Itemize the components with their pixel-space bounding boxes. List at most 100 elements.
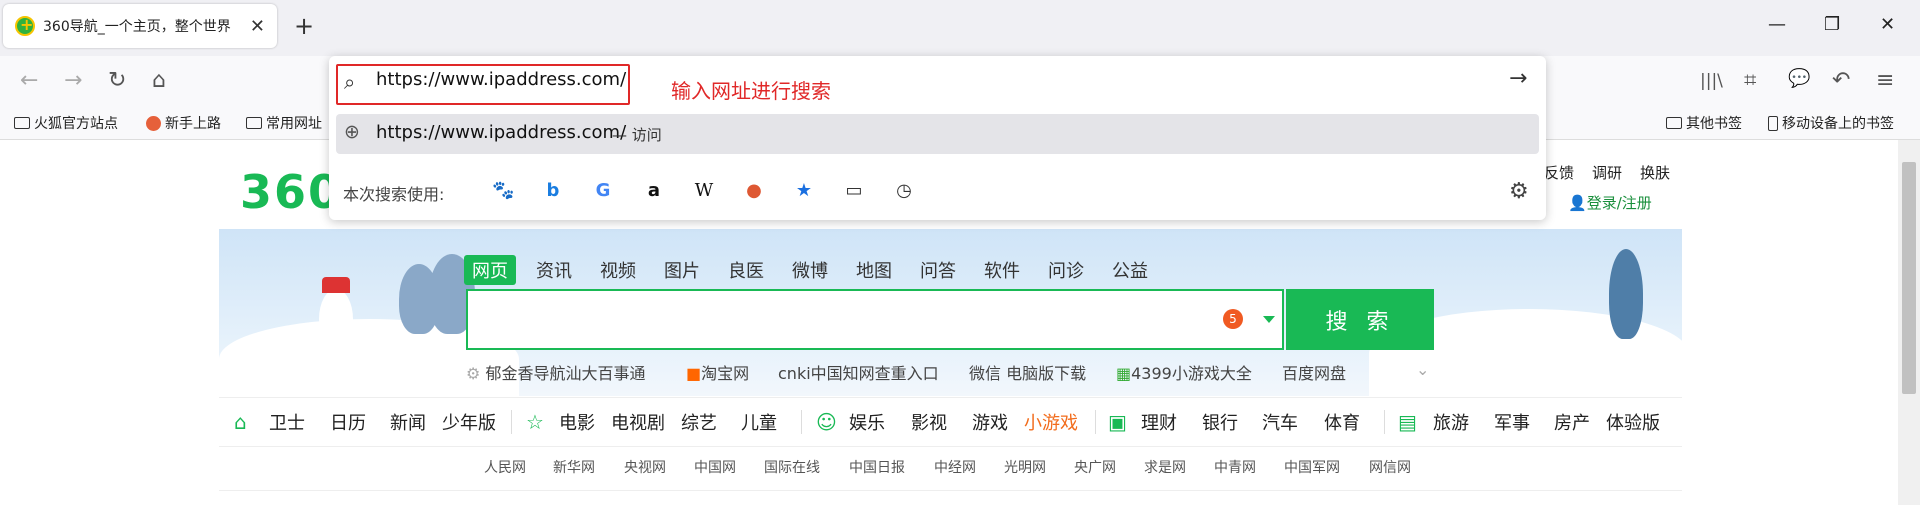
category-link[interactable]: 影视 [911, 409, 947, 435]
top-link[interactable]: 反馈 [1544, 162, 1574, 183]
category-link[interactable]: 新闻 [390, 409, 426, 435]
duckduckgo-icon[interactable]: ● [743, 180, 765, 202]
wikipedia-icon[interactable]: W [693, 180, 715, 202]
game-icon: ▦ [1116, 364, 1132, 383]
category-link[interactable]: 少年版 [442, 409, 496, 435]
user-icon: 👤 [1568, 194, 1587, 212]
category-link[interactable]: 汽车 [1262, 409, 1298, 435]
top-link[interactable]: 换肤 [1640, 162, 1670, 183]
category-link[interactable]: 体育 [1324, 409, 1360, 435]
category-link[interactable]: 卫士 [269, 409, 305, 435]
crop-icon[interactable]: ⌗ [1744, 68, 1756, 93]
category-link[interactable]: 理财 [1141, 409, 1177, 435]
category-link[interactable]: 军事 [1494, 409, 1530, 435]
bookmark-item[interactable]: 移动设备上的书签 [1768, 113, 1894, 133]
media-link[interactable]: 网信网 [1369, 457, 1411, 477]
back-icon[interactable]: ← [20, 68, 38, 93]
chat-icon[interactable]: 💬 [1788, 68, 1810, 89]
search-tab[interactable]: 良医 [720, 255, 772, 285]
media-link[interactable]: 中青网 [1214, 457, 1256, 477]
category-link[interactable]: 游戏 [972, 409, 1008, 435]
hot-link[interactable]: ⚙ 郁金香导航汕大百事通 [466, 360, 645, 384]
media-link[interactable]: 新华网 [553, 457, 595, 477]
tab-close-icon[interactable]: ✕ [250, 16, 265, 37]
history-icon[interactable]: ◷ [893, 180, 915, 202]
login-link[interactable]: 👤登录/注册 [1568, 192, 1652, 213]
top-link[interactable]: 调研 [1592, 162, 1622, 183]
category-link[interactable]: 旅游 [1433, 409, 1469, 435]
search-icon: ⌕ [344, 70, 356, 94]
search-tab[interactable]: 软件 [976, 255, 1028, 285]
hot-link[interactable]: ▦4399小游戏大全 [1116, 360, 1252, 384]
baidu-icon[interactable]: 🐾 [492, 180, 514, 202]
search-tab[interactable]: 公益 [1104, 255, 1156, 285]
media-link[interactable]: 求是网 [1144, 457, 1186, 477]
folder-icon [14, 117, 30, 129]
search-tab[interactable]: 资讯 [528, 255, 580, 285]
category-link[interactable]: 体验版 [1606, 409, 1660, 435]
category-link[interactable]: 娱乐 [849, 409, 885, 435]
category-link[interactable]: 房产 [1554, 409, 1590, 435]
search-tab[interactable]: 视频 [592, 255, 644, 285]
new-tab-button[interactable]: + [294, 12, 314, 40]
minimize-icon[interactable]: — [1768, 14, 1786, 35]
category-link[interactable]: 日历 [330, 409, 366, 435]
home-icon[interactable]: ⌂ [152, 68, 166, 93]
bookmark-item[interactable]: 常用网址 [246, 113, 322, 133]
media-link[interactable]: 中经网 [934, 457, 976, 477]
search-tab[interactable]: 地图 [848, 255, 900, 285]
url-text[interactable]: https://www.ipaddress.com/ [376, 69, 626, 90]
search-tab[interactable]: 图片 [656, 255, 708, 285]
menu-icon[interactable]: ≡ [1876, 68, 1894, 93]
hot-link[interactable]: ■淘宝网 [686, 360, 749, 384]
media-link[interactable]: 中国军网 [1284, 457, 1340, 477]
bookmarks-icon[interactable]: ★ [793, 180, 815, 202]
category-link[interactable]: 电影 [559, 409, 595, 435]
scrollbar-thumb[interactable] [1902, 162, 1916, 394]
tree-decoration [1609, 249, 1643, 339]
go-arrow-icon[interactable]: → [1509, 66, 1527, 91]
bookmark-item[interactable]: 火狐官方站点 [14, 113, 118, 133]
hot-link[interactable]: 微信 电脑版下载 [969, 360, 1086, 384]
media-link[interactable]: 国际在线 [764, 457, 820, 477]
site-logo[interactable]: 360 [240, 165, 342, 219]
suggestion-url[interactable]: https://www.ipaddress.com/ [376, 122, 626, 143]
forward-icon[interactable]: → [64, 68, 82, 93]
search-tab[interactable]: 网页 [464, 255, 516, 285]
tabs-icon[interactable]: ▭ [843, 180, 865, 202]
search-button[interactable]: 搜 索 [1286, 289, 1434, 350]
bookmark-item[interactable]: 其他书签 [1666, 113, 1742, 133]
snowman-decoration [319, 289, 353, 349]
gear-icon[interactable]: ⚙ [1509, 179, 1529, 204]
hot-link[interactable]: cnki中国知网查重入口 [778, 360, 939, 384]
chevron-down-icon[interactable] [1263, 316, 1275, 323]
search-tab[interactable]: 问答 [912, 255, 964, 285]
undo-icon[interactable]: ↶ [1832, 68, 1850, 93]
media-link[interactable]: 中国网 [694, 457, 736, 477]
search-tab[interactable]: 微博 [784, 255, 836, 285]
category-link[interactable]: 综艺 [681, 409, 717, 435]
taobao-icon: ■ [686, 364, 702, 383]
category-link[interactable]: 银行 [1202, 409, 1238, 435]
bookmark-item[interactable]: 新手上路 [146, 113, 221, 133]
maximize-icon[interactable]: ❐ [1824, 14, 1840, 35]
media-link[interactable]: 人民网 [484, 457, 526, 477]
google-icon[interactable]: G [592, 180, 614, 202]
bing-icon[interactable]: b [542, 180, 564, 202]
category-link[interactable]: 小游戏 [1024, 409, 1078, 435]
search-tab[interactable]: 问诊 [1040, 255, 1092, 285]
amazon-icon[interactable]: a [643, 180, 665, 202]
tab-active[interactable]: 360导航_一个主页，整个世界 ✕ [3, 4, 277, 48]
media-link[interactable]: 央广网 [1074, 457, 1116, 477]
reload-icon[interactable]: ↻ [108, 68, 126, 93]
library-icon[interactable]: |||\ [1700, 71, 1723, 91]
hot-link[interactable]: 百度网盘 [1282, 360, 1346, 384]
chevron-down-icon[interactable]: ⌄ [1416, 360, 1429, 379]
media-link[interactable]: 中国日报 [849, 457, 905, 477]
category-link[interactable]: 儿童 [741, 409, 777, 435]
close-window-icon[interactable]: ✕ [1880, 14, 1895, 35]
media-link[interactable]: 光明网 [1004, 457, 1046, 477]
media-link[interactable]: 央视网 [624, 457, 666, 477]
search-input[interactable] [466, 289, 1284, 350]
category-link[interactable]: 电视剧 [611, 409, 665, 435]
